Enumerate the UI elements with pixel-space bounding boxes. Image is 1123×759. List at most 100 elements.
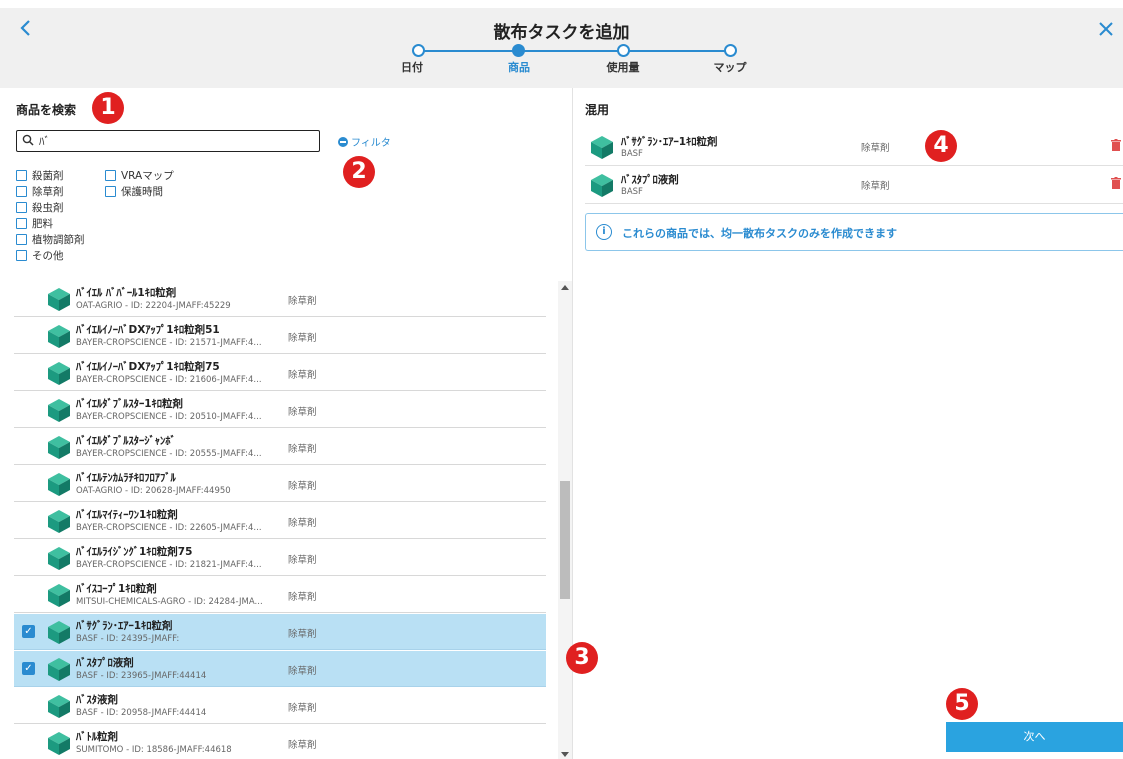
info-box: i これらの商品では、均一散布タスクのみを作成できます xyxy=(585,213,1123,251)
checkbox-protection-time[interactable]: 保護時間 xyxy=(105,184,163,199)
product-list: ﾊﾞｲｴﾙ ﾊﾞﾊﾞｰﾙ1ｷﾛ粒剤 OAT-AGRIO - ID: 22204-J… xyxy=(0,281,572,759)
filter-button[interactable]: フィルタ xyxy=(338,134,391,149)
product-name: ﾊﾞｲｴﾙﾗｲｼﾞﾝｸﾞ1ｷﾛ粒剤75 xyxy=(76,546,193,558)
product-cube-icon xyxy=(48,325,70,348)
mix-item-category: 除草剤 xyxy=(861,143,890,154)
product-id: SUMITOMO - ID: 18586-JMAFF:44618 xyxy=(76,745,232,755)
checkbox-box[interactable] xyxy=(16,218,27,229)
product-id: BAYER-CROPSCIENCE - ID: 21571-JMAFF:4... xyxy=(76,338,262,348)
step-dot-product[interactable] xyxy=(512,44,525,57)
checkbox-box[interactable] xyxy=(16,202,27,213)
product-row[interactable]: ﾊﾞｲｴﾙﾃﾝｶﾑﾗﾁｷﾛﾌﾛｱﾌﾞﾙ OAT-AGRIO - ID: 20628… xyxy=(14,466,546,502)
mix-item: ﾊﾞｻｸﾞﾗﾝ･ｴｱｰ1ｷﾛ粒剤 BASF 除草剤 xyxy=(585,128,1123,166)
checkbox-box[interactable] xyxy=(16,234,27,245)
checkbox-box[interactable] xyxy=(16,250,27,261)
step-dot-date[interactable] xyxy=(412,44,425,57)
product-category: 除草剤 xyxy=(288,518,317,529)
product-id: BAYER-CROPSCIENCE - ID: 21606-JMAFF:4... xyxy=(76,375,262,385)
product-row[interactable]: ﾊﾞｲｴﾙ ﾊﾞﾊﾞｰﾙ1ｷﾛ粒剤 OAT-AGRIO - ID: 22204-J… xyxy=(14,281,546,317)
product-row[interactable]: ﾊﾞｲｴﾙﾀﾞﾌﾞﾙｽﾀｰｼﾞｬﾝﾎﾞ BAYER-CROPSCIENCE - I… xyxy=(14,429,546,465)
checkbox-box[interactable] xyxy=(16,170,27,181)
checkbox-label: 殺菌剤 xyxy=(32,170,64,182)
product-category: 除草剤 xyxy=(288,666,317,677)
checkbox-box[interactable] xyxy=(105,186,116,197)
search-icon xyxy=(22,134,34,146)
checkbox-label: 肥料 xyxy=(32,218,53,230)
checkbox-fungicide[interactable]: 殺菌剤 xyxy=(16,168,64,183)
product-row[interactable]: ﾊﾞｲｽｺｰﾌﾟ1ｷﾛ粒剤 MITSUI-CHEMICALS-AGRO - ID:… xyxy=(14,577,546,613)
stepper: 日付 商品 使用量 マップ xyxy=(401,44,747,80)
product-cube-icon xyxy=(48,436,70,459)
checkbox-vra-map[interactable]: VRAマップ xyxy=(105,168,174,183)
page-title: 散布タスクを追加 xyxy=(493,23,630,43)
product-row[interactable]: ﾊﾞｽﾀ液剤 BASF - ID: 20958-JMAFF:44414 除草剤 xyxy=(14,688,546,724)
step-dot-amount[interactable] xyxy=(617,44,630,57)
checkbox-box[interactable] xyxy=(16,186,27,197)
checkbox-label: その他 xyxy=(32,250,64,262)
info-icon: i xyxy=(596,224,612,240)
checkbox-box[interactable] xyxy=(105,170,116,181)
product-row[interactable]: ﾊﾞｲｴﾙﾏｲﾃｨｰﾜﾝ1ｷﾛ粒剤 BAYER-CROPSCIENCE - ID:… xyxy=(14,503,546,539)
product-row[interactable]: ✓ ﾊﾞｻｸﾞﾗﾝ･ｴｱｰ1ｷﾛ粒剤 BASF - ID: 24395-JMAFF:… xyxy=(14,614,546,650)
product-id: BASF - ID: 24395-JMAFF: xyxy=(76,634,180,644)
product-category: 除草剤 xyxy=(288,296,317,307)
product-name: ﾊﾞｲｴﾙｲﾉｰﾊﾞDXｱｯﾌﾟ1ｷﾛ粒剤51 xyxy=(76,324,220,336)
info-text: これらの商品では、均一散布タスクのみを作成できます xyxy=(622,227,897,240)
product-cube-icon xyxy=(48,288,70,311)
trash-icon[interactable] xyxy=(1111,177,1121,189)
mix-item-category: 除草剤 xyxy=(861,181,890,192)
checkbox-other[interactable]: その他 xyxy=(16,248,64,263)
header: 散布タスクを追加 日付 商品 使用量 マップ xyxy=(0,0,1123,88)
scrollbar[interactable] xyxy=(558,281,572,759)
product-category: 除草剤 xyxy=(288,703,317,714)
scroll-up-arrow-icon[interactable] xyxy=(561,285,569,290)
checkbox-insecticide[interactable]: 殺虫剤 xyxy=(16,200,64,215)
product-category: 除草剤 xyxy=(288,444,317,455)
product-id: OAT-AGRIO - ID: 22204-JMAFF:45229 xyxy=(76,301,231,311)
product-cube-icon xyxy=(591,136,613,159)
checkbox-label: 除草剤 xyxy=(32,186,64,198)
checkbox-label: 保護時間 xyxy=(121,186,163,198)
product-name: ﾊﾞｲｴﾙﾀﾞﾌﾞﾙｽﾀｰ1ｷﾛ粒剤 xyxy=(76,398,184,410)
product-row[interactable]: ﾊﾞｲｴﾙﾗｲｼﾞﾝｸﾞ1ｷﾛ粒剤75 BAYER-CROPSCIENCE - I… xyxy=(14,540,546,576)
product-row[interactable]: ﾊﾞｲｴﾙｲﾉｰﾊﾞDXｱｯﾌﾟ1ｷﾛ粒剤75 BAYER-CROPSCIENCE… xyxy=(14,355,546,391)
product-id: BAYER-CROPSCIENCE - ID: 20510-JMAFF:4... xyxy=(76,412,262,422)
product-cube-icon xyxy=(48,658,70,681)
product-id: BAYER-CROPSCIENCE - ID: 20555-JMAFF:4... xyxy=(76,449,262,459)
product-category: 除草剤 xyxy=(288,370,317,381)
search-box[interactable] xyxy=(16,130,320,152)
search-section-title: 商品を検索 xyxy=(16,103,77,117)
close-icon[interactable] xyxy=(1098,18,1122,42)
checkbox-plant-regulator[interactable]: 植物調節剤 xyxy=(16,232,85,247)
product-name: ﾊﾞｲｴﾙ ﾊﾞﾊﾞｰﾙ1ｷﾛ粒剤 xyxy=(76,287,177,299)
step-label-date: 日付 xyxy=(401,61,423,74)
step-label-map: マップ xyxy=(713,61,747,74)
checkbox-fertilizer[interactable]: 肥料 xyxy=(16,216,53,231)
product-cube-icon xyxy=(48,732,70,755)
product-row[interactable]: ﾊﾞｲｴﾙﾀﾞﾌﾞﾙｽﾀｰ1ｷﾛ粒剤 BAYER-CROPSCIENCE - ID… xyxy=(14,392,546,428)
product-name: ﾊﾞｽﾀﾌﾟﾛ液剤 xyxy=(76,657,134,669)
header-top-strip xyxy=(0,0,1123,8)
next-button[interactable]: 次へ xyxy=(946,722,1123,752)
scroll-thumb[interactable] xyxy=(560,481,570,599)
mix-panel: 混用 ﾊﾞｻｸﾞﾗﾝ･ｴｱｰ1ｷﾛ粒剤 BASF 除草剤 ﾊﾞｽﾀﾌﾟﾛ液剤 B… xyxy=(573,88,1123,759)
step-dot-map[interactable] xyxy=(724,44,737,57)
checkbox-label: 植物調節剤 xyxy=(32,234,85,246)
checkbox-checked-icon[interactable]: ✓ xyxy=(22,662,35,675)
product-row[interactable]: ✓ ﾊﾞｽﾀﾌﾟﾛ液剤 BASF - ID: 23965-JMAFF:44414 除草… xyxy=(14,651,546,687)
product-name: ﾊﾞｲｴﾙﾀﾞﾌﾞﾙｽﾀｰｼﾞｬﾝﾎﾞ xyxy=(76,435,176,447)
filter-label: フィルタ xyxy=(351,138,391,149)
scroll-down-arrow-icon[interactable] xyxy=(561,752,569,757)
checkbox-checked-icon[interactable]: ✓ xyxy=(22,625,35,638)
mix-item-name: ﾊﾞｻｸﾞﾗﾝ･ｴｱｰ1ｷﾛ粒剤 xyxy=(621,136,718,148)
product-row[interactable]: ﾊﾞﾄﾙ粒剤 SUMITOMO - ID: 18586-JMAFF:44618 除草… xyxy=(14,725,546,759)
product-name: ﾊﾞｲｴﾙｲﾉｰﾊﾞDXｱｯﾌﾟ1ｷﾛ粒剤75 xyxy=(76,361,220,373)
step-label-product: 商品 xyxy=(508,61,530,74)
trash-icon[interactable] xyxy=(1111,139,1121,151)
search-input[interactable] xyxy=(39,132,309,150)
mix-section-title: 混用 xyxy=(585,103,610,117)
product-row[interactable]: ﾊﾞｲｴﾙｲﾉｰﾊﾞDXｱｯﾌﾟ1ｷﾛ粒剤51 BAYER-CROPSCIENCE… xyxy=(14,318,546,354)
stepper-line xyxy=(418,50,730,52)
product-name: ﾊﾞｲｴﾙﾃﾝｶﾑﾗﾁｷﾛﾌﾛｱﾌﾞﾙ xyxy=(76,472,176,484)
checkbox-herbicide[interactable]: 除草剤 xyxy=(16,184,64,199)
